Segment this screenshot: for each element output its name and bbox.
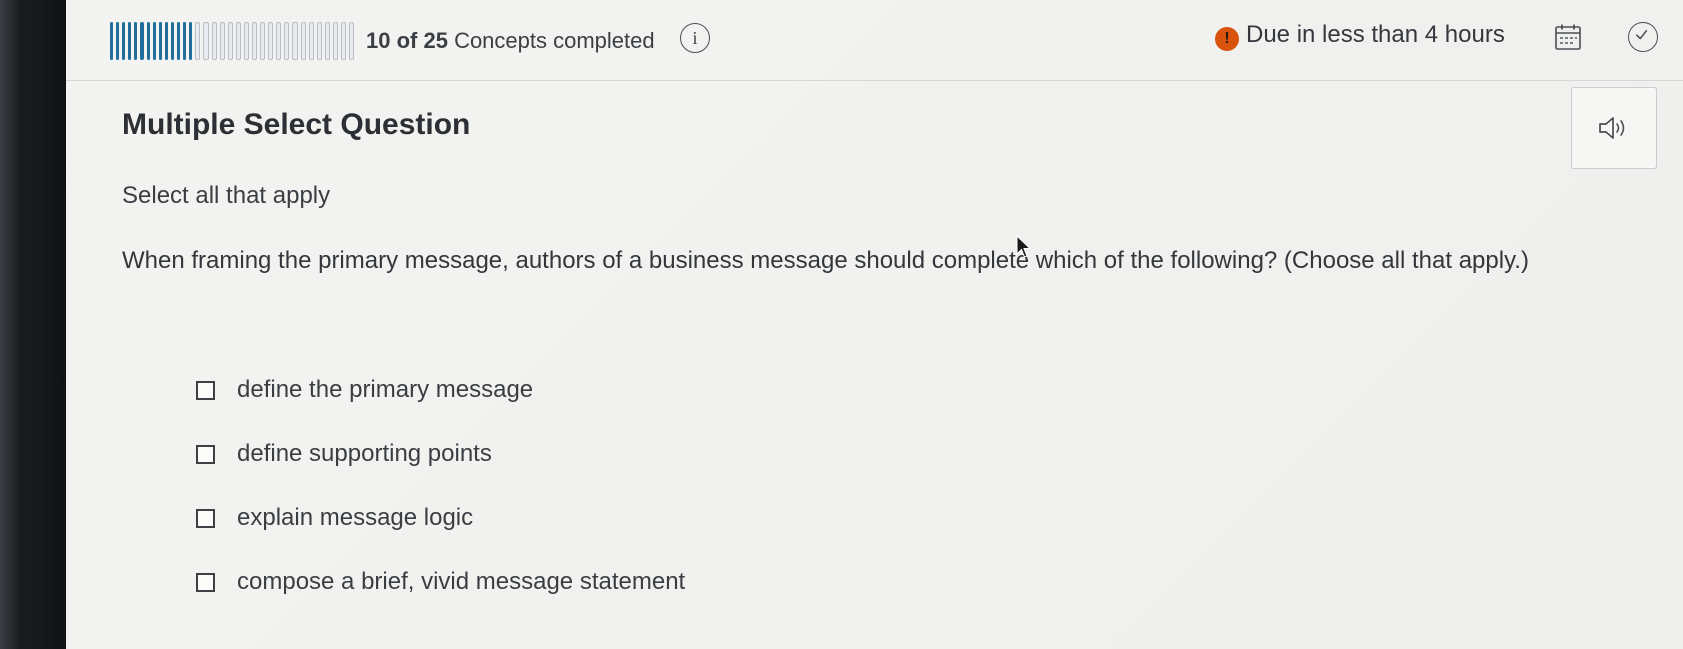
progress-segment bbox=[152, 22, 156, 60]
progress-segment bbox=[164, 22, 168, 60]
progress-segment bbox=[324, 22, 330, 60]
progress-segment bbox=[140, 22, 144, 60]
progress-segment bbox=[211, 22, 217, 60]
mouse-cursor-icon bbox=[1016, 235, 1032, 258]
progress-segment bbox=[292, 22, 298, 60]
progress-segment bbox=[122, 22, 126, 60]
progress-segment bbox=[183, 22, 187, 60]
progress-segment bbox=[332, 22, 338, 60]
question-prompt: When framing the primary message, author… bbox=[122, 247, 1529, 274]
progress-segment bbox=[219, 22, 225, 60]
option-label[interactable]: define supporting points bbox=[237, 440, 492, 468]
concept-progress-bar bbox=[110, 22, 355, 60]
read-aloud-button[interactable] bbox=[1571, 87, 1657, 169]
progress-segment bbox=[251, 22, 258, 60]
option-checkbox[interactable] bbox=[196, 572, 215, 592]
progress-segment bbox=[158, 22, 162, 60]
option-checkbox[interactable] bbox=[196, 508, 215, 528]
progress-segment bbox=[134, 22, 138, 60]
progress-segment bbox=[189, 22, 193, 60]
progress-segment bbox=[177, 22, 181, 60]
due-date-text[interactable]: Due in less than 4 hours bbox=[1246, 21, 1505, 49]
answer-options: define the primary message define suppor… bbox=[196, 370, 685, 626]
concepts-count: 10 of 25 bbox=[366, 28, 448, 53]
progress-segment bbox=[341, 22, 347, 60]
question-type-title: Multiple Select Question bbox=[122, 108, 471, 141]
progress-segment bbox=[260, 22, 266, 60]
progress-segment bbox=[308, 22, 314, 60]
progress-segment bbox=[128, 22, 132, 60]
option-checkbox[interactable] bbox=[196, 380, 215, 400]
info-icon[interactable]: i bbox=[680, 23, 710, 53]
answer-option[interactable]: define the primary message bbox=[196, 370, 685, 410]
monitor-bezel bbox=[0, 0, 66, 649]
progress-segment bbox=[284, 22, 290, 60]
question-instruction: Select all that apply bbox=[122, 182, 331, 209]
answer-option[interactable]: define supporting points bbox=[196, 434, 685, 474]
alert-icon: ! bbox=[1215, 27, 1239, 51]
answer-option[interactable]: compose a brief, vivid message statement bbox=[196, 562, 685, 602]
progress-segment bbox=[203, 22, 209, 60]
answer-option[interactable]: explain message logic bbox=[196, 498, 685, 538]
check-circle-icon[interactable] bbox=[1628, 22, 1658, 52]
progress-segment bbox=[227, 22, 233, 60]
progress-segment bbox=[243, 22, 249, 60]
progress-segment bbox=[300, 22, 306, 60]
progress-segment bbox=[276, 22, 282, 60]
speaker-icon bbox=[1599, 117, 1625, 139]
progress-segment bbox=[195, 22, 201, 60]
progress-segment bbox=[116, 22, 120, 60]
option-checkbox[interactable] bbox=[196, 444, 215, 464]
concepts-completed: 10 of 25 Concepts completed bbox=[366, 28, 655, 54]
concepts-label: Concepts completed bbox=[454, 28, 655, 53]
progress-segment bbox=[235, 22, 241, 60]
option-label[interactable]: compose a brief, vivid message statement bbox=[237, 568, 685, 596]
progress-segment bbox=[170, 22, 175, 60]
calendar-icon[interactable] bbox=[1553, 22, 1583, 52]
progress-segment bbox=[349, 22, 355, 60]
header-bar: 10 of 25 Concepts completed i ! Due in l… bbox=[66, 0, 1683, 81]
progress-segment bbox=[146, 22, 150, 60]
option-label[interactable]: explain message logic bbox=[237, 504, 473, 532]
screen: 10 of 25 Concepts completed i ! Due in l… bbox=[66, 0, 1683, 649]
option-label[interactable]: define the primary message bbox=[237, 376, 533, 404]
progress-segment bbox=[268, 22, 274, 60]
progress-segment bbox=[110, 22, 114, 60]
progress-segment bbox=[316, 22, 322, 60]
